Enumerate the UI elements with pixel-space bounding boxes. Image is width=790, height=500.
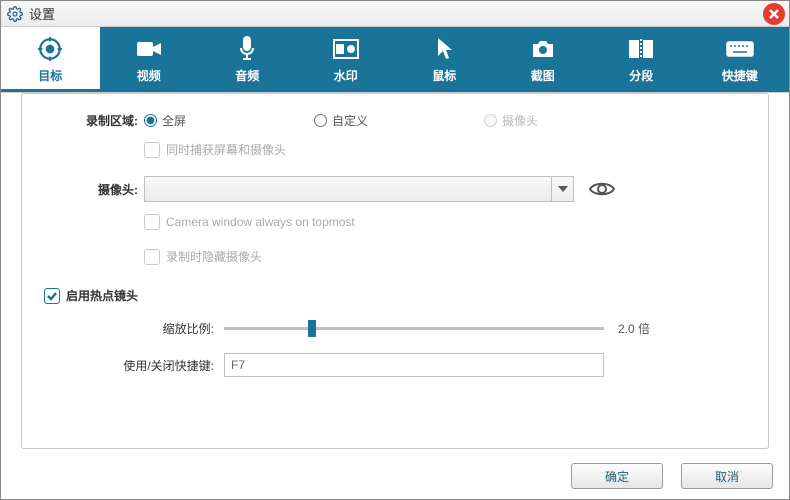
tab-label: 截图 bbox=[531, 67, 555, 84]
zoom-slider-row: 缩放比例: 2.0 倍 bbox=[44, 320, 746, 337]
hotkey-row: 使用/关闭快捷键: F7 bbox=[44, 353, 746, 377]
radio-custom[interactable]: 自定义 bbox=[314, 112, 484, 129]
checkbox-label: 录制时隐藏摄像头 bbox=[166, 248, 262, 265]
keyboard-icon bbox=[726, 35, 754, 63]
tab-mouse[interactable]: 鼠标 bbox=[395, 27, 494, 92]
video-icon bbox=[136, 35, 162, 63]
dialog-footer: 确定 取消 bbox=[571, 463, 773, 489]
checkbox-icon bbox=[144, 249, 160, 265]
content-panel: 录制区域: 全屏 自定义 摄像头 同时捕获屏幕和摄像头 摄像头: Camera … bbox=[21, 93, 769, 449]
tab-label: 音频 bbox=[235, 67, 259, 84]
preview-eye-button[interactable] bbox=[588, 179, 616, 199]
checkbox-label: Camera window always on topmost bbox=[166, 215, 355, 229]
tab-label: 目标 bbox=[38, 67, 62, 84]
enable-hotspot-checkbox[interactable]: 启用热点镜头 bbox=[44, 287, 746, 304]
ok-button[interactable]: 确定 bbox=[571, 463, 663, 489]
tab-label: 快捷键 bbox=[722, 67, 758, 84]
checkbox-label: 启用热点镜头 bbox=[66, 287, 138, 304]
tab-target[interactable]: 目标 bbox=[1, 27, 100, 92]
cancel-button[interactable]: 取消 bbox=[681, 463, 773, 489]
slider-thumb[interactable] bbox=[308, 320, 316, 337]
target-icon bbox=[37, 35, 63, 63]
titlebar: 设置 bbox=[1, 1, 789, 27]
radio-camera: 摄像头 bbox=[484, 112, 654, 129]
checkbox-label: 同时捕获屏幕和摄像头 bbox=[166, 141, 286, 158]
tab-label: 水印 bbox=[334, 67, 358, 84]
recording-area-label: 录制区域: bbox=[44, 112, 144, 129]
recording-area-row: 录制区域: 全屏 自定义 摄像头 bbox=[44, 112, 746, 129]
zoom-label: 缩放比例: bbox=[44, 320, 224, 337]
zoom-slider[interactable] bbox=[224, 327, 604, 330]
capture-both-checkbox[interactable]: 同时捕获屏幕和摄像头 bbox=[144, 141, 746, 158]
settings-window: 设置 目标 视频 音频 水印 鼠标 截图 bbox=[0, 0, 790, 500]
camera-row: 摄像头: bbox=[44, 176, 746, 202]
close-button[interactable] bbox=[763, 3, 785, 25]
hotkey-input[interactable]: F7 bbox=[224, 353, 604, 377]
tab-hotkey[interactable]: 快捷键 bbox=[691, 27, 790, 92]
tab-label: 分段 bbox=[629, 67, 653, 84]
radio-fullscreen[interactable]: 全屏 bbox=[144, 112, 314, 129]
cursor-icon bbox=[434, 35, 454, 63]
checkbox-icon bbox=[144, 142, 160, 158]
checked-icon bbox=[44, 288, 60, 304]
zoom-value: 2.0 倍 bbox=[618, 320, 650, 337]
tab-label: 鼠标 bbox=[432, 67, 456, 84]
tabbar: 目标 视频 音频 水印 鼠标 截图 分段 快捷键 bbox=[1, 27, 789, 93]
camera-icon bbox=[530, 35, 556, 63]
segment-icon bbox=[628, 35, 654, 63]
watermark-icon bbox=[333, 35, 359, 63]
tab-screenshot[interactable]: 截图 bbox=[494, 27, 593, 92]
camera-dropdown[interactable] bbox=[144, 176, 574, 202]
tab-audio[interactable]: 音频 bbox=[198, 27, 297, 92]
tab-label: 视频 bbox=[137, 67, 161, 84]
camera-label: 摄像头: bbox=[44, 181, 144, 198]
window-title: 设置 bbox=[29, 4, 55, 23]
checkbox-icon bbox=[144, 214, 160, 230]
tab-segment[interactable]: 分段 bbox=[592, 27, 691, 92]
tab-video[interactable]: 视频 bbox=[100, 27, 199, 92]
tab-watermark[interactable]: 水印 bbox=[297, 27, 396, 92]
hotkey-label: 使用/关闭快捷键: bbox=[44, 357, 224, 374]
mic-icon bbox=[237, 35, 257, 63]
chevron-down-icon bbox=[551, 177, 573, 201]
gear-icon bbox=[7, 6, 23, 22]
hide-camera-checkbox[interactable]: 录制时隐藏摄像头 bbox=[144, 248, 746, 265]
always-on-top-checkbox[interactable]: Camera window always on topmost bbox=[144, 214, 746, 230]
